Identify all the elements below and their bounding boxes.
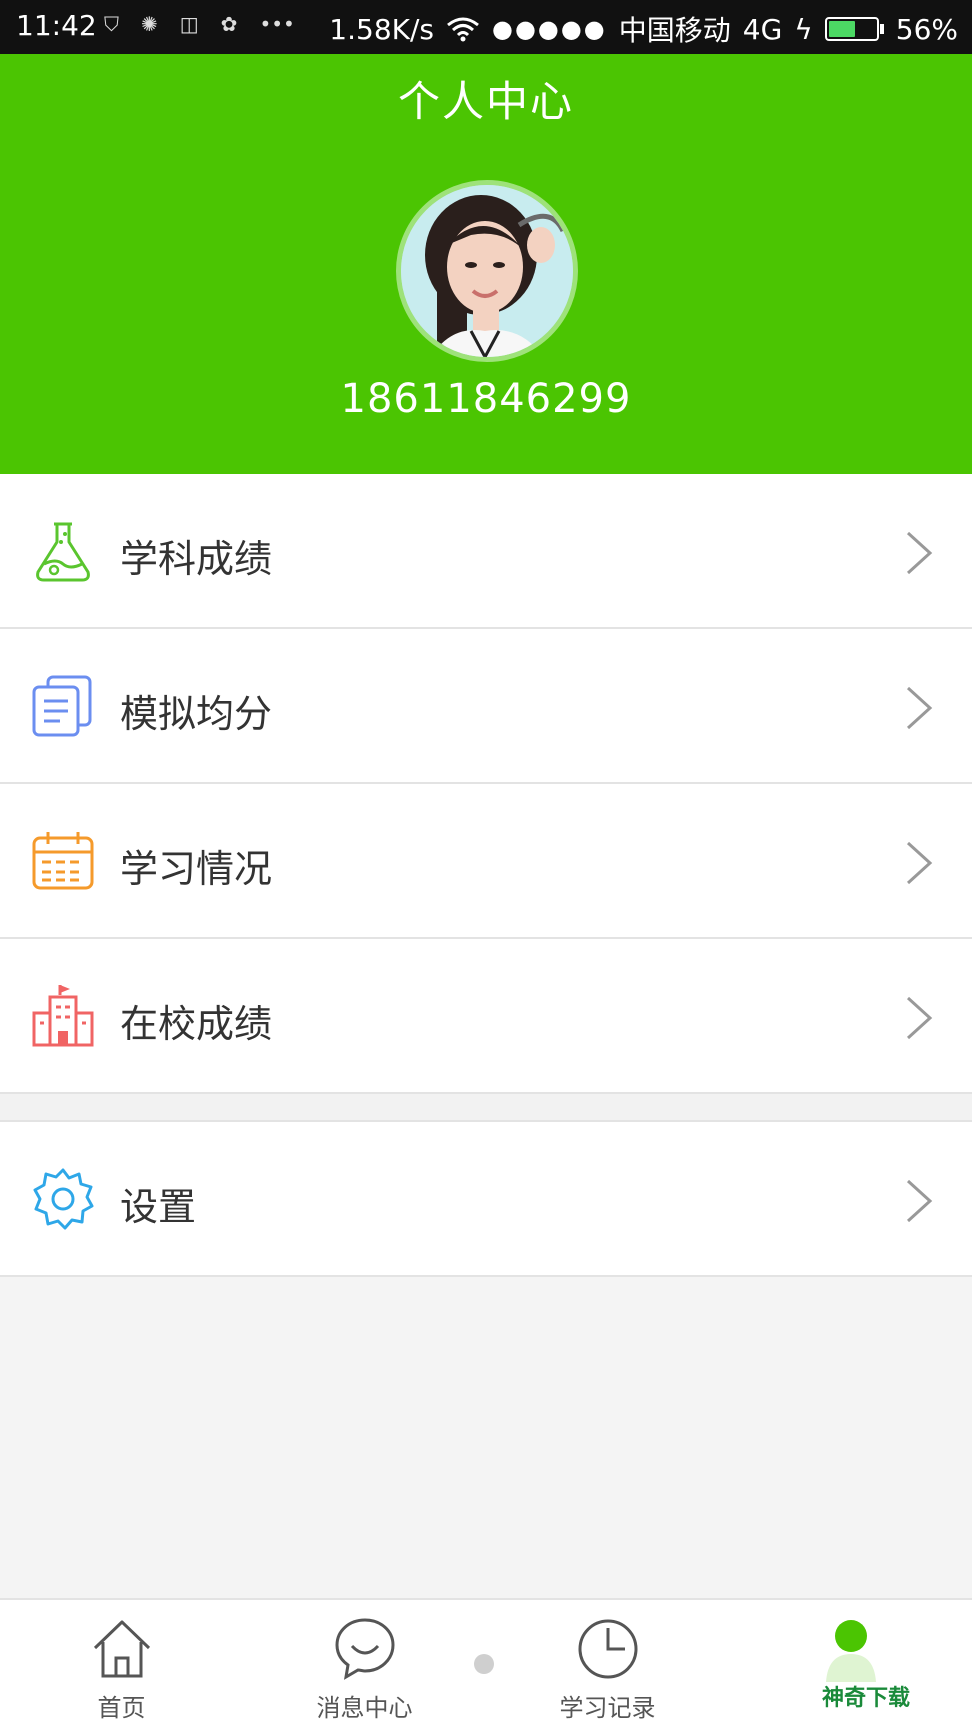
network-speed: 1.58K/s (329, 12, 435, 46)
menu-item-settings[interactable]: 设置 (0, 1122, 972, 1277)
gear-icon (33, 1168, 94, 1230)
chat-bubble-icon (334, 1618, 395, 1680)
school-building-icon (32, 985, 94, 1047)
chevron-right-icon (906, 531, 933, 575)
menu-item-mock-average[interactable]: 模拟均分 (0, 629, 972, 784)
chevron-right-icon (906, 841, 933, 885)
chevron-right-icon (906, 996, 933, 1040)
tab-label: 消息中心 (316, 1694, 413, 1722)
tab-home[interactable]: 首页 (0, 1600, 243, 1728)
menu-item-label: 设置 (120, 1185, 197, 1229)
profile-header: 个人中心 18611846299 (0, 54, 972, 474)
watermark-logo: 神奇下载 (822, 1686, 911, 1711)
section-divider (0, 1094, 972, 1122)
app-icon-2: ✿ (220, 12, 238, 36)
network-type: 4G (742, 12, 783, 46)
documents-icon (32, 675, 92, 737)
user-phone: 18611846299 (340, 376, 632, 422)
home-icon (93, 1620, 150, 1678)
calendar-small-icon: ◫ (179, 12, 199, 36)
bottom-tab-bar: 首页 消息中心 学习记录 神奇下载 (0, 1598, 972, 1728)
tab-study-records[interactable]: 学习记录 (486, 1600, 729, 1728)
calendar-icon (32, 832, 94, 890)
menu-item-label: 学科成绩 (120, 537, 273, 581)
tab-label: 首页 (97, 1694, 146, 1722)
chevron-right-icon (906, 1179, 933, 1223)
chevron-right-icon (906, 686, 933, 730)
menu-item-label: 学习情况 (120, 847, 273, 891)
tab-label: 学习记录 (559, 1694, 656, 1722)
page-title: 个人中心 (397, 77, 574, 126)
wifi-icon (447, 17, 479, 42)
menu-list: 学科成绩 模拟均分 学习情况 在校成绩 设置 (0, 474, 972, 1277)
menu-item-study-status[interactable]: 学习情况 (0, 784, 972, 939)
profile-icon (825, 1620, 876, 1682)
flask-icon (36, 522, 90, 582)
status-bar: 11:42 ⛉ ✺ ◫ ✿ ••• 1.58K/s ●●●●● 中国移动 4G … (0, 0, 972, 54)
clock-icon (578, 1619, 637, 1679)
battery-percent: 56% (895, 12, 958, 46)
avatar-image (401, 185, 573, 357)
menu-item-label: 在校成绩 (120, 1002, 273, 1046)
shield-icon: ⛉ (104, 12, 119, 36)
notification-icons: ⛉ ✺ ◫ ✿ ••• (104, 12, 295, 36)
avatar[interactable] (396, 180, 578, 362)
more-icon: ••• (259, 12, 295, 36)
menu-item-school-scores[interactable]: 在校成绩 (0, 939, 972, 1094)
signal-strength: ●●●●● (492, 15, 607, 43)
tab-messages[interactable]: 消息中心 (243, 1600, 486, 1728)
app-icon: ✺ (141, 12, 158, 36)
status-time: 11:42 (16, 9, 97, 42)
menu-item-label: 模拟均分 (120, 692, 273, 736)
menu-item-subject-scores[interactable]: 学科成绩 (0, 474, 972, 629)
battery-icon (824, 17, 884, 41)
charging-icon: ϟ (794, 12, 813, 46)
carrier: 中国移动 (618, 14, 731, 47)
